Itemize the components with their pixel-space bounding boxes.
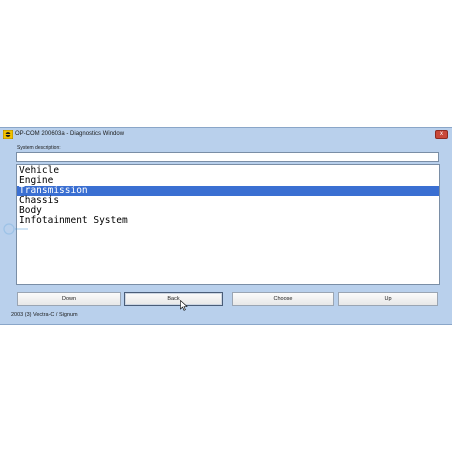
back-button[interactable]: Back: [124, 292, 223, 306]
opcom-app-icon: [3, 130, 13, 139]
mouse-cursor-icon: [180, 300, 188, 311]
up-button[interactable]: Up: [338, 292, 438, 306]
close-icon: x: [440, 131, 443, 137]
list-item-chassis[interactable]: Chassis: [17, 196, 439, 206]
list-item-infotainment-system[interactable]: Infotainment System: [17, 216, 439, 226]
choose-button[interactable]: Choose: [232, 292, 334, 306]
title-bar: OP-COM 200603a - Diagnostics Window x: [0, 128, 452, 142]
diagnostics-window: OP-COM 200603a - Diagnostics Window x Sy…: [0, 127, 452, 325]
list-item-transmission[interactable]: Transmission: [17, 186, 439, 196]
list-item-vehicle[interactable]: Vehicle: [17, 166, 439, 176]
system-list[interactable]: Vehicle Engine Transmission Chassis Body Info…: [16, 164, 440, 285]
window-title: OP-COM 200603a - Diagnostics Window: [15, 131, 125, 137]
watermark-logo-icon: [3, 223, 28, 235]
system-description-label: System description:: [17, 145, 61, 151]
down-button[interactable]: Down: [17, 292, 121, 306]
system-description-field[interactable]: [16, 152, 439, 162]
close-button[interactable]: x: [435, 130, 448, 139]
status-bar-vehicle: 2003 (3) Vectra-C / Signum: [11, 312, 78, 318]
button-row: Down Back Choose Up: [0, 292, 452, 306]
